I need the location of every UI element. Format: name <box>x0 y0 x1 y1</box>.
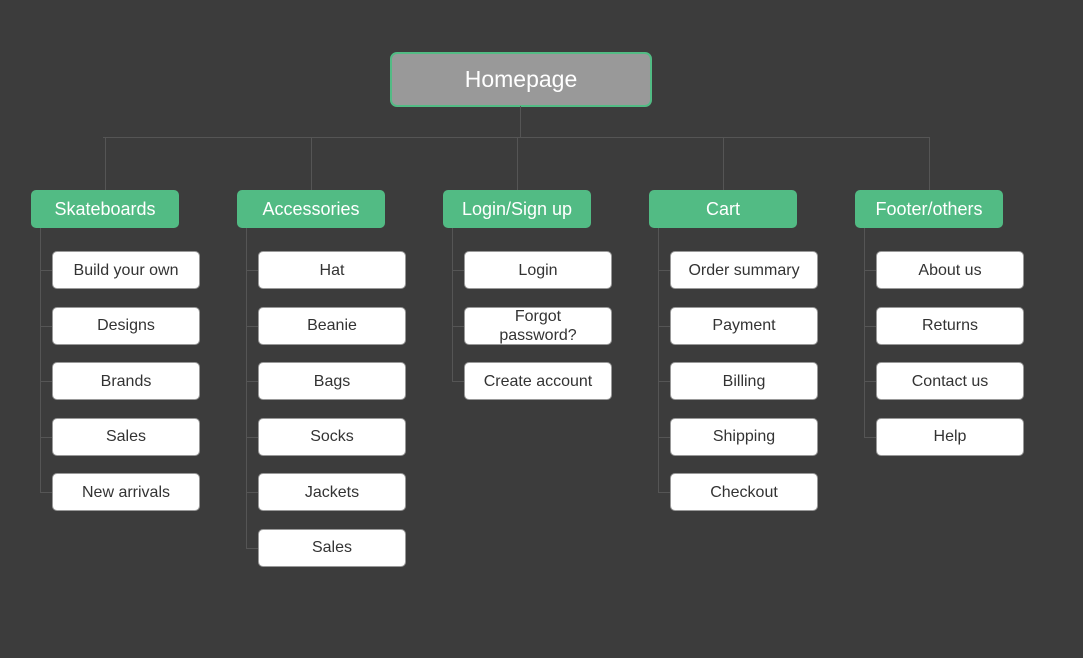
category-label: Cart <box>705 198 740 219</box>
list-item[interactable]: Create account <box>464 362 612 400</box>
connector-category-spine <box>452 228 453 381</box>
connector-item-tick <box>452 325 464 327</box>
list-item[interactable]: Hat <box>258 251 406 289</box>
category-node[interactable]: Cart <box>649 190 797 228</box>
list-item[interactable]: Contact us <box>876 362 1024 400</box>
connector-item-tick <box>864 325 876 327</box>
item-label: New arrivals <box>81 483 170 501</box>
item-label: Checkout <box>710 483 778 501</box>
item-label: Contact us <box>911 372 989 390</box>
connector-item-tick <box>658 436 670 438</box>
connector-item-tick <box>246 270 258 271</box>
list-item[interactable]: Checkout <box>670 473 818 511</box>
root-node-homepage[interactable]: Homepage <box>390 52 652 107</box>
category-label: Footer/others <box>875 198 983 219</box>
category-node[interactable]: Accessories <box>237 190 385 228</box>
list-item[interactable]: Login <box>464 251 612 289</box>
connector-category-spine <box>658 228 659 492</box>
list-item[interactable]: New arrivals <box>52 473 200 511</box>
item-label: Jackets <box>304 483 360 501</box>
connector-item-tick <box>40 381 52 382</box>
list-item[interactable]: Bags <box>258 362 406 400</box>
item-label: Sales <box>311 539 353 556</box>
connector-item-tick <box>864 270 876 271</box>
list-item[interactable]: About us <box>876 251 1024 289</box>
connector-item-tick <box>658 325 670 327</box>
item-label: Socks <box>310 428 354 445</box>
list-item[interactable]: Shipping <box>670 417 818 456</box>
connector-item-tick <box>246 492 258 493</box>
item-label: Help <box>933 428 967 445</box>
connector-category-spine <box>40 228 41 492</box>
connector-item-tick <box>658 381 670 382</box>
connector-item-tick <box>40 325 52 327</box>
list-item[interactable]: Brands <box>52 362 200 400</box>
item-label: Billing <box>722 372 766 390</box>
list-item[interactable]: Sales <box>52 417 200 456</box>
connector-root-trunk <box>520 106 521 138</box>
connector-category-drop <box>517 137 518 190</box>
list-item[interactable]: Payment <box>670 306 818 345</box>
item-label: Designs <box>97 317 155 334</box>
category-label: Login/Sign up <box>461 198 573 219</box>
category-label: Skateboards <box>54 198 156 219</box>
category-node[interactable]: Footer/others <box>855 190 1003 228</box>
list-item[interactable]: Beanie <box>258 306 406 345</box>
connector-item-tick <box>40 492 52 493</box>
list-item[interactable]: Jackets <box>258 473 406 511</box>
connector-item-tick <box>40 270 52 271</box>
list-item[interactable]: Help <box>876 417 1024 456</box>
item-label: Returns <box>921 317 979 334</box>
item-label: Shipping <box>712 428 776 445</box>
connector-item-tick <box>246 381 258 382</box>
list-item[interactable]: Forgot password? <box>464 306 612 345</box>
item-label: Create account <box>483 372 593 390</box>
list-item[interactable]: Returns <box>876 306 1024 345</box>
list-item[interactable]: Build your own <box>52 251 200 289</box>
connector-item-tick <box>658 270 670 271</box>
connector-item-tick <box>246 325 258 327</box>
connector-item-tick <box>246 547 258 549</box>
connector-category-drop <box>105 137 106 190</box>
item-label: Forgot password? <box>499 307 577 344</box>
connector-item-tick <box>658 492 670 493</box>
list-item[interactable]: Sales <box>258 528 406 567</box>
connector-item-tick <box>452 381 464 382</box>
item-label: Brands <box>100 372 152 390</box>
item-label: Hat <box>319 261 345 279</box>
list-item[interactable]: Order summary <box>670 251 818 289</box>
connector-item-tick <box>864 436 876 438</box>
item-label: Login <box>518 261 558 279</box>
connector-item-tick <box>864 381 876 382</box>
connector-item-tick <box>452 270 464 271</box>
connector-item-tick <box>40 436 52 438</box>
item-label: Order summary <box>688 261 800 279</box>
connector-category-drop <box>723 137 724 190</box>
connector-category-drop <box>311 137 312 190</box>
list-item[interactable]: Billing <box>670 362 818 400</box>
item-label: Build your own <box>73 261 179 279</box>
item-label: Payment <box>712 317 776 334</box>
connector-category-spine <box>246 228 247 548</box>
item-label: Sales <box>105 428 147 445</box>
list-item[interactable]: Socks <box>258 417 406 456</box>
connector-category-drop <box>929 137 930 190</box>
category-label: Accessories <box>262 198 360 219</box>
category-node[interactable]: Skateboards <box>31 190 179 228</box>
item-label: About us <box>918 261 982 279</box>
category-node[interactable]: Login/Sign up <box>443 190 591 228</box>
connector-item-tick <box>246 436 258 438</box>
item-label: Beanie <box>307 317 357 334</box>
item-label: Bags <box>313 372 351 390</box>
root-label: Homepage <box>464 66 578 92</box>
connector-category-spine <box>864 228 865 437</box>
list-item[interactable]: Designs <box>52 306 200 345</box>
